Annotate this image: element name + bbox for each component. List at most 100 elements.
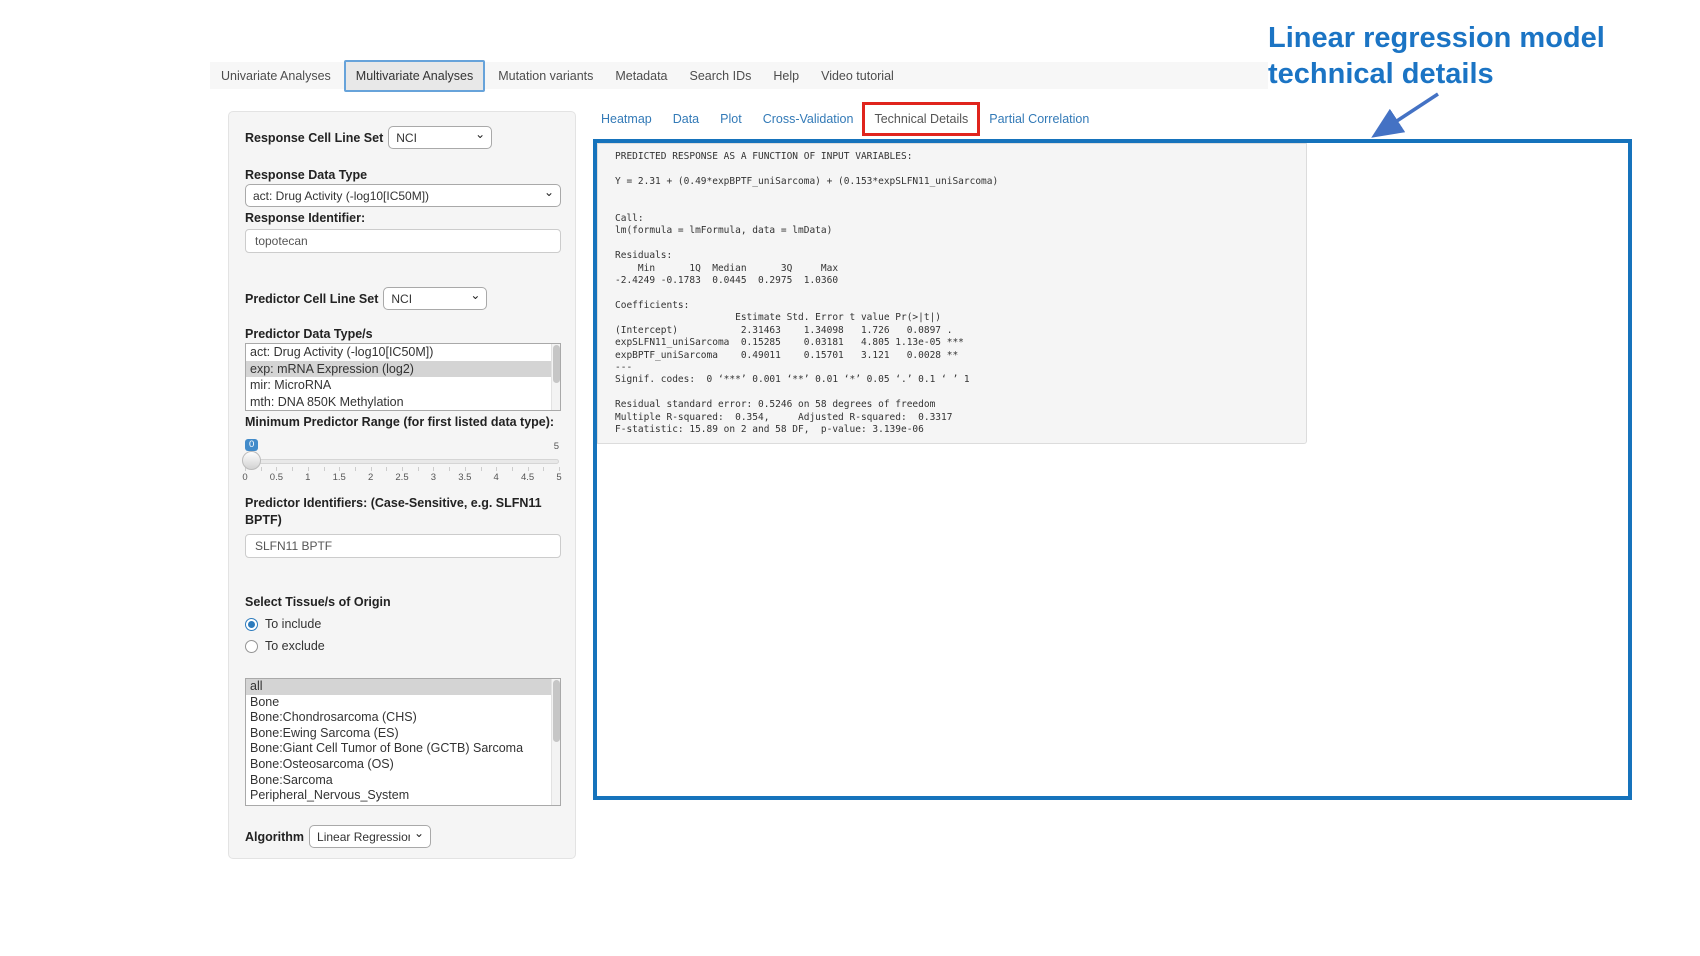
predictor-data-types-list: act: Drug Activity (-log10[IC50M])exp: m…: [245, 343, 561, 411]
tissue-option-bone-giant-cell-tumor-of-bone-gctb-sarcoma[interactable]: Bone:Giant Cell Tumor of Bone (GCTB) Sar…: [246, 741, 560, 757]
radio-label: To include: [265, 617, 321, 631]
tissue-option-bone-ewing-sarcoma-es[interactable]: Bone:Ewing Sarcoma (ES): [246, 726, 560, 742]
radio-button-icon[interactable]: [245, 618, 258, 631]
sidebar-controls: Response Cell Line Set NCI Response Data…: [228, 111, 576, 859]
response-data-type-label: Response Data Type: [245, 168, 559, 182]
slider-minor-tick: [292, 467, 293, 471]
annotation-line1: Linear regression model: [1268, 20, 1613, 56]
highlight-box: [862, 102, 980, 136]
slider-tick-label: 1.5: [333, 472, 346, 483]
slider-tick-label: 4.5: [521, 472, 534, 483]
nav-tab-univariate-analyses[interactable]: Univariate Analyses: [210, 63, 342, 89]
slider-minor-tick: [433, 467, 434, 471]
annotation-note: Linear regression model technical detail…: [1268, 20, 1613, 92]
slider-tick-label: 4: [494, 472, 499, 483]
tab-partial-correlation[interactable]: Partial Correlation: [989, 112, 1089, 126]
tissue-list-scrollbar[interactable]: [551, 679, 560, 805]
response-data-type-select[interactable]: act: Drug Activity (-log10[IC50M]): [245, 184, 561, 207]
annotation-arrow-icon: [1360, 88, 1450, 144]
nav-tab-video-tutorial[interactable]: Video tutorial: [810, 63, 905, 89]
slider-tick-label: 2: [368, 472, 373, 483]
tissue-option-bone-chondrosarcoma-chs[interactable]: Bone:Chondrosarcoma (CHS): [246, 710, 560, 726]
predictor-type-option-exp-mrna-expression-log2[interactable]: exp: mRNA Expression (log2): [246, 361, 560, 378]
tab-data[interactable]: Data: [673, 112, 699, 126]
nav-tab-metadata[interactable]: Metadata: [604, 63, 678, 89]
slider-tick-label: 5: [556, 472, 561, 483]
tab-cross-validation[interactable]: Cross-Validation: [763, 112, 854, 126]
main-tabs: Heatmap Data Plot Cross-Validation Technical…: [601, 112, 1089, 126]
slider-minor-tick: [559, 467, 560, 471]
slider-minor-tick: [386, 467, 387, 471]
annotation-line2: technical details: [1268, 56, 1502, 92]
slider-minor-tick: [465, 467, 466, 471]
slider-minor-tick: [449, 467, 450, 471]
slider-minor-tick: [496, 467, 497, 471]
page: Univariate AnalysesMultivariate Analyses…: [0, 0, 1700, 956]
predictor-list-scrollbar[interactable]: [551, 344, 560, 410]
slider-minor-tick: [355, 467, 356, 471]
model-summary-text: PREDICTED RESPONSE AS A FUNCTION OF INPU…: [615, 151, 1306, 436]
response-cell-line-set-select[interactable]: NCI: [388, 126, 492, 149]
predictor-type-option-mir-microrna[interactable]: mir: MicroRNA: [246, 377, 560, 394]
radio-to-exclude[interactable]: To exclude: [245, 639, 559, 653]
slider-tick-label: 1: [305, 472, 310, 483]
chevron-down-icon: act: Drug Activity (-log10[IC50M]): [245, 184, 561, 207]
slider-minor-tick: [528, 467, 529, 471]
slider-tickmarks: [245, 467, 559, 471]
min-predictor-range-label: Minimum Predictor Range (for first liste…: [245, 414, 559, 431]
nav-tab-mutation-variants[interactable]: Mutation variants: [487, 63, 604, 89]
chevron-down-icon: Linear Regression: [309, 825, 431, 848]
predictor-type-option-mth-dna-850k-methylation[interactable]: mth: DNA 850K Methylation: [246, 394, 560, 411]
response-identifier-input[interactable]: [245, 229, 561, 253]
algorithm-select[interactable]: Linear Regression: [309, 825, 431, 848]
response-identifier-label: Response Identifier:: [245, 211, 559, 225]
slider-max-label: 5: [554, 441, 559, 452]
slider-tick-label: 0: [242, 472, 247, 483]
tissue-origin-list: allBoneBone:Chondrosarcoma (CHS)Bone:Ewi…: [245, 678, 561, 806]
predictor-cell-line-set-label: Predictor Cell Line Set: [245, 292, 378, 306]
chevron-down-icon: NCI: [388, 126, 492, 149]
slider-minor-tick: [543, 467, 544, 471]
slider-minor-tick: [308, 467, 309, 471]
slider-tick-label: 3.5: [458, 472, 471, 483]
slider-minor-tick: [371, 467, 372, 471]
slider-minor-tick: [261, 467, 262, 471]
slider-tick-label: 0.5: [270, 472, 283, 483]
tissue-option-bone[interactable]: Bone: [246, 695, 560, 711]
nav-tab-multivariate-analyses[interactable]: Multivariate Analyses: [344, 60, 485, 92]
slider-handle[interactable]: [242, 451, 261, 470]
tab-plot[interactable]: Plot: [720, 112, 742, 126]
tab-technical-details[interactable]: Technical Details: [874, 112, 968, 126]
slider-tick-label: 2.5: [395, 472, 408, 483]
min-predictor-range-slider: 0 5 0 0.5 1 1.5 2 2.5 3 3.5 4 4.5 5: [245, 439, 559, 483]
slider-tick-label: 3: [431, 472, 436, 483]
slider-minor-tick: [324, 467, 325, 471]
slider-minor-tick: [402, 467, 403, 471]
radio-to-include[interactable]: To include: [245, 617, 559, 631]
nav-tab-search-ids[interactable]: Search IDs: [679, 63, 763, 89]
predictor-type-option-act-drug-activity-log10-ic50m[interactable]: act: Drug Activity (-log10[IC50M]): [246, 344, 560, 361]
technical-details-panel: PREDICTED RESPONSE AS A FUNCTION OF INPU…: [593, 139, 1632, 800]
nav-tab-help[interactable]: Help: [762, 63, 810, 89]
slider-minor-tick: [512, 467, 513, 471]
slider-minor-tick: [418, 467, 419, 471]
slider-tick-labels: 0 0.5 1 1.5 2 2.5 3 3.5 4 4.5 5: [245, 472, 559, 483]
tissue-option-all[interactable]: all: [246, 679, 560, 695]
radio-button-icon[interactable]: [245, 640, 258, 653]
tissue-option-peripheral-nervous-system[interactable]: Peripheral_Nervous_System: [246, 788, 560, 804]
tab-heatmap[interactable]: Heatmap: [601, 112, 652, 126]
slider-track[interactable]: [245, 459, 559, 464]
predictor-cell-line-set-select[interactable]: NCI: [383, 287, 487, 310]
tissue-option-bone-osteosarcoma-os[interactable]: Bone:Osteosarcoma (OS): [246, 757, 560, 773]
slider-minor-tick: [481, 467, 482, 471]
predictor-identifiers-input[interactable]: [245, 534, 561, 558]
tissue-origin-radios: To include To exclude: [245, 617, 559, 653]
chevron-down-icon: NCI: [383, 287, 487, 310]
predictor-data-types-label: Predictor Data Type/s: [245, 327, 559, 341]
slider-minor-tick: [276, 467, 277, 471]
predictor-identifiers-label: Predictor Identifiers: (Case-Sensitive, …: [245, 495, 559, 529]
model-output-box: PREDICTED RESPONSE AS A FUNCTION OF INPU…: [597, 143, 1307, 444]
response-cell-line-set-label: Response Cell Line Set: [245, 131, 383, 145]
slider-minor-tick: [339, 467, 340, 471]
tissue-option-bone-sarcoma[interactable]: Bone:Sarcoma: [246, 773, 560, 789]
